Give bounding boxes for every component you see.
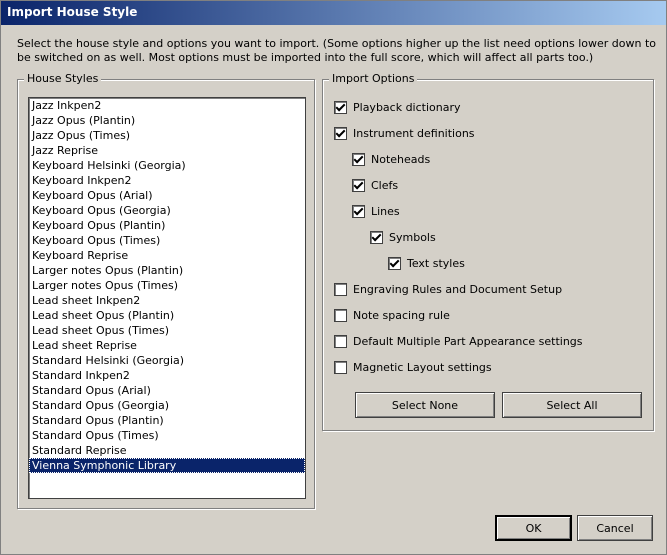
option-engraving-rules[interactable]: Engraving Rules and Document Setup	[334, 281, 562, 297]
house-styles-list[interactable]: Jazz Inkpen2 Jazz Opus (Plantin) Jazz Op…	[28, 97, 306, 499]
list-item-selected[interactable]: Vienna Symphonic Library	[29, 458, 305, 473]
option-label: Engraving Rules and Document Setup	[353, 282, 563, 296]
option-noteheads[interactable]: Noteheads	[352, 151, 430, 167]
checkbox[interactable]	[352, 152, 365, 166]
ok-button[interactable]: OK	[495, 515, 572, 541]
list-item[interactable]: Keyboard Opus (Georgia)	[29, 203, 305, 218]
option-label: Clefs	[371, 178, 399, 192]
checkbox[interactable]	[352, 178, 365, 192]
list-item[interactable]: Standard Reprise	[29, 443, 305, 458]
option-text-styles[interactable]: Text styles	[388, 255, 465, 271]
option-label: Instrument definitions	[353, 126, 475, 140]
list-item[interactable]: Keyboard Opus (Arial)	[29, 188, 305, 203]
option-clefs[interactable]: Clefs	[352, 177, 398, 193]
list-item[interactable]: Lead sheet Opus (Times)	[29, 323, 305, 338]
checkbox[interactable]	[334, 360, 347, 374]
list-item[interactable]: Lead sheet Reprise	[29, 338, 305, 353]
checkbox[interactable]	[334, 282, 347, 296]
import-options-legend: Import Options	[329, 72, 418, 85]
option-label: Lines	[371, 204, 400, 218]
list-item[interactable]: Standard Inkpen2	[29, 368, 305, 383]
dialog-description: Select the house style and options you w…	[17, 37, 657, 64]
cancel-button[interactable]: Cancel	[577, 515, 653, 541]
option-magnetic-layout[interactable]: Magnetic Layout settings	[334, 359, 492, 375]
list-item[interactable]: Larger notes Opus (Plantin)	[29, 263, 305, 278]
list-item[interactable]: Keyboard Opus (Plantin)	[29, 218, 305, 233]
checkbox[interactable]	[370, 230, 383, 244]
list-item[interactable]: Standard Opus (Arial)	[29, 383, 305, 398]
option-label: Text styles	[407, 256, 465, 270]
list-item[interactable]: Standard Opus (Plantin)	[29, 413, 305, 428]
option-label: Default Multiple Part Appearance setting…	[353, 334, 583, 348]
list-item[interactable]: Jazz Reprise	[29, 143, 305, 158]
list-item[interactable]: Keyboard Helsinki (Georgia)	[29, 158, 305, 173]
checkbox[interactable]	[388, 256, 401, 270]
option-label: Note spacing rule	[353, 308, 450, 322]
option-symbols[interactable]: Symbols	[370, 229, 436, 245]
option-instrument-definitions[interactable]: Instrument definitions	[334, 125, 475, 141]
option-label: Playback dictionary	[353, 100, 461, 114]
list-item[interactable]: Standard Opus (Times)	[29, 428, 305, 443]
window-title: Import House Style	[7, 5, 138, 19]
select-all-button[interactable]: Select All	[502, 392, 642, 418]
list-item[interactable]: Larger notes Opus (Times)	[29, 278, 305, 293]
import-house-style-dialog: Import House Style Select the house styl…	[0, 0, 667, 555]
list-item[interactable]: Jazz Inkpen2	[29, 98, 305, 113]
checkbox[interactable]	[334, 126, 347, 140]
house-styles-legend: House Styles	[24, 72, 102, 85]
checkbox[interactable]	[334, 334, 347, 348]
list-item[interactable]: Keyboard Reprise	[29, 248, 305, 263]
option-label: Noteheads	[371, 152, 431, 166]
list-item[interactable]: Jazz Opus (Plantin)	[29, 113, 305, 128]
title-bar[interactable]: Import House Style	[1, 1, 666, 25]
option-label: Magnetic Layout settings	[353, 360, 492, 374]
select-none-button[interactable]: Select None	[355, 392, 495, 418]
list-item[interactable]: Jazz Opus (Times)	[29, 128, 305, 143]
list-item[interactable]: Standard Helsinki (Georgia)	[29, 353, 305, 368]
list-item[interactable]: Keyboard Opus (Times)	[29, 233, 305, 248]
option-label: Symbols	[389, 230, 436, 244]
list-item[interactable]: Standard Opus (Georgia)	[29, 398, 305, 413]
option-default-part-appearance[interactable]: Default Multiple Part Appearance setting…	[334, 333, 583, 349]
option-note-spacing-rule[interactable]: Note spacing rule	[334, 307, 450, 323]
checkbox[interactable]	[334, 100, 347, 114]
list-item[interactable]: Keyboard Inkpen2	[29, 173, 305, 188]
checkbox[interactable]	[334, 308, 347, 322]
option-playback-dictionary[interactable]: Playback dictionary	[334, 99, 461, 115]
checkbox[interactable]	[352, 204, 365, 218]
list-item[interactable]: Lead sheet Inkpen2	[29, 293, 305, 308]
list-item[interactable]: Lead sheet Opus (Plantin)	[29, 308, 305, 323]
option-lines[interactable]: Lines	[352, 203, 400, 219]
